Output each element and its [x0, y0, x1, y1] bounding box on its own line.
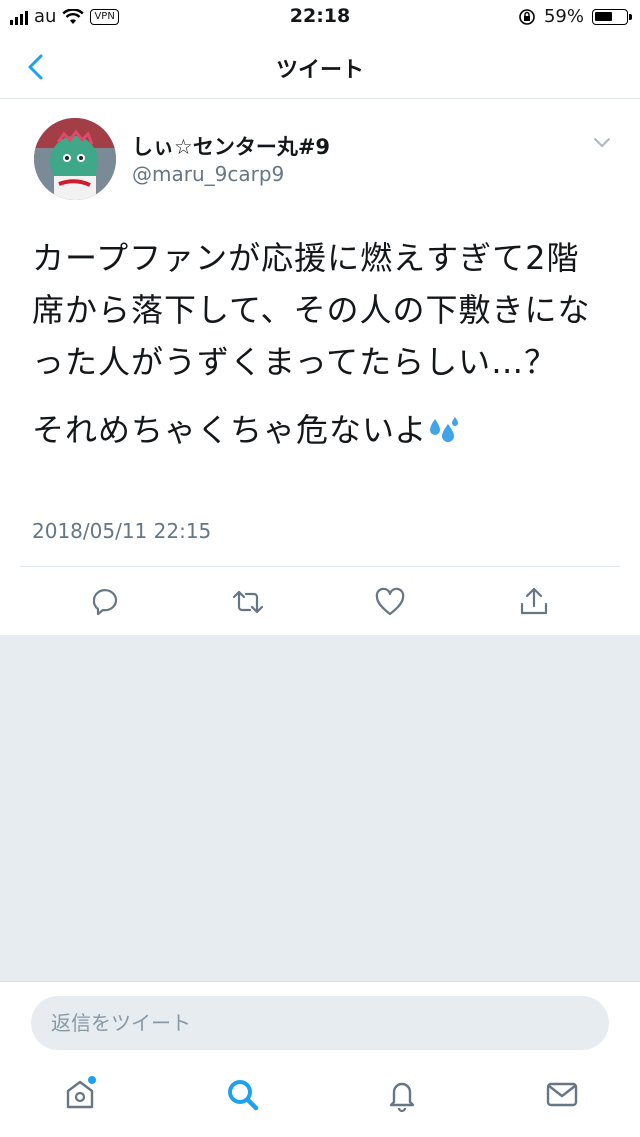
messages-icon[interactable] — [542, 1074, 582, 1114]
search-icon[interactable] — [222, 1074, 262, 1114]
sweat-droplets-icon — [430, 417, 459, 442]
divider — [20, 566, 620, 567]
empty-replies-area — [0, 635, 640, 981]
orientation-lock-icon — [519, 8, 535, 25]
share-icon[interactable] — [517, 585, 551, 619]
chevron-down-icon[interactable] — [592, 135, 612, 149]
tweet-actions — [0, 579, 640, 629]
battery-percent: 59% — [543, 6, 584, 27]
like-icon[interactable] — [373, 585, 407, 619]
home-notification-dot — [88, 1076, 96, 1084]
status-bar: au VPN 22:18 59% — [0, 0, 640, 34]
tweet-text: カープファンが応援に燃えすぎて2階席から落下して、その人の下敷きになった人がうず… — [32, 232, 612, 456]
reply-input[interactable]: 返信をツイート — [31, 996, 609, 1050]
battery-icon — [592, 8, 632, 25]
navigation-bar: ツイート — [0, 34, 640, 99]
tweet-paragraph-2-text: それめちゃくちゃ危ないよ — [32, 411, 428, 449]
tweet-paragraph-2: それめちゃくちゃ危ないよ — [32, 404, 612, 456]
tab-bar — [0, 1062, 640, 1137]
notifications-icon[interactable] — [382, 1074, 422, 1114]
reply-bar: 返信をツイート — [0, 981, 640, 1062]
reply-icon[interactable] — [88, 585, 122, 619]
page-title: ツイート — [275, 58, 364, 83]
tweet-detail: しぃ☆センター丸#9 @maru_9carp9 カープファンが応援に燃えすぎて2… — [0, 99, 640, 635]
status-right: 59% — [518, 6, 632, 27]
display-name[interactable]: しぃ☆センター丸#9 — [132, 131, 330, 161]
avatar[interactable] — [34, 118, 116, 200]
battery-fill — [595, 11, 612, 21]
tweet-timestamp: 2018/05/11 22:15 — [32, 519, 212, 543]
retweet-icon[interactable] — [231, 585, 265, 619]
tweet-paragraph-1: カープファンが応援に燃えすぎて2階席から落下して、その人の下敷きになった人がうず… — [32, 239, 591, 381]
user-handle[interactable]: @maru_9carp9 — [132, 162, 284, 186]
